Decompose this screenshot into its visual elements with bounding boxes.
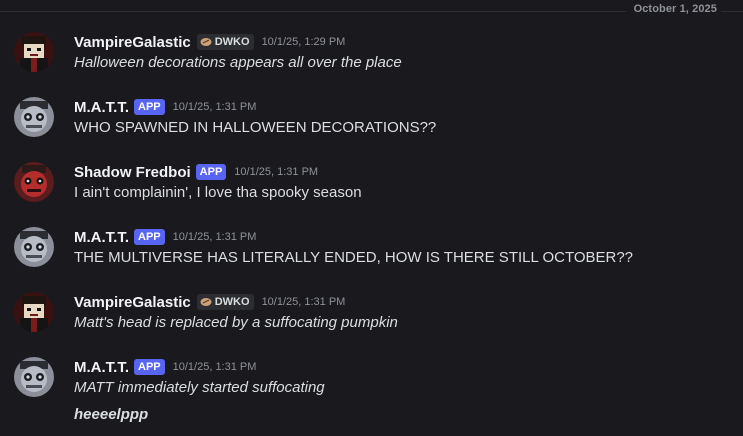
username[interactable]: M.A.T.T.: [74, 229, 129, 246]
vampire-avatar-icon: [14, 32, 54, 72]
date-divider-label: October 1, 2025: [625, 3, 721, 15]
avatar[interactable]: [14, 292, 54, 332]
username[interactable]: Shadow Fredboi: [74, 164, 191, 181]
app-tag-badge: APP: [195, 164, 227, 180]
message-timestamp[interactable]: 10/1/25, 1:31 PM: [234, 166, 318, 178]
guild-tag-badge[interactable]: DWKO: [196, 34, 254, 50]
avatar[interactable]: [14, 32, 54, 72]
matt-robot-avatar-icon: [14, 357, 54, 397]
avatar[interactable]: [14, 357, 54, 397]
message-content: THE MULTIVERSE HAS LITERALLY ENDED, HOW …: [74, 249, 634, 266]
message-timestamp[interactable]: 10/1/25, 1:31 PM: [173, 101, 257, 113]
app-tag-badge: APP: [134, 359, 165, 375]
message-content: MATT immediately started suffocating: [74, 379, 325, 396]
message-content: Halloween decorations appears all over t…: [74, 54, 402, 71]
matt-robot-avatar-icon: [14, 227, 54, 267]
message-timestamp[interactable]: 10/1/25, 1:31 PM: [262, 296, 346, 308]
app-tag-badge: APP: [134, 229, 165, 245]
message-timestamp[interactable]: 10/1/25, 1:31 PM: [173, 361, 257, 373]
guild-tag-icon: [200, 38, 212, 46]
username[interactable]: M.A.T.T.: [74, 99, 129, 116]
message-header: M.A.T.T. APP 10/1/25, 1:31 PM: [74, 97, 256, 117]
message-timestamp[interactable]: 10/1/25, 1:31 PM: [173, 231, 257, 243]
message-content: Matt's head is replaced by a suffocating…: [74, 314, 398, 331]
avatar[interactable]: [14, 227, 54, 267]
username[interactable]: VampireGalastic: [74, 294, 191, 311]
message-content: WHO SPAWNED IN HALLOWEEN DECORATIONS??: [74, 119, 437, 136]
message-header: Shadow Fredboi APP 10/1/25, 1:31 PM: [74, 162, 318, 182]
shadow-fredboi-avatar-icon: [14, 162, 54, 202]
avatar[interactable]: [14, 97, 54, 137]
message-header: M.A.T.T. APP 10/1/25, 1:31 PM: [74, 227, 256, 247]
message-content-line: heeeelppp: [74, 406, 149, 423]
avatar[interactable]: [14, 162, 54, 202]
vampire-avatar-icon: [14, 292, 54, 332]
message-header: M.A.T.T. APP 10/1/25, 1:31 PM: [74, 357, 256, 377]
app-tag-badge: APP: [134, 99, 165, 115]
message-header: VampireGalastic DWKO 10/1/25, 1:31 PM: [74, 292, 345, 312]
message-timestamp[interactable]: 10/1/25, 1:29 PM: [262, 36, 346, 48]
username[interactable]: M.A.T.T.: [74, 359, 129, 376]
guild-tag-icon: [200, 298, 212, 306]
username[interactable]: VampireGalastic: [74, 34, 191, 51]
guild-tag-badge[interactable]: DWKO: [196, 294, 254, 310]
guild-tag-label: DWKO: [214, 36, 250, 48]
chat-messages-pane: October 1, 2025 VampireGalastic DWKO 10/…: [0, 0, 743, 436]
message-header: VampireGalastic DWKO 10/1/25, 1:29 PM: [74, 32, 345, 52]
date-divider: October 1, 2025: [0, 3, 743, 15]
message-content: I ain't complainin', I love tha spooky s…: [74, 184, 362, 201]
guild-tag-label: DWKO: [214, 296, 250, 308]
matt-robot-avatar-icon: [14, 97, 54, 137]
